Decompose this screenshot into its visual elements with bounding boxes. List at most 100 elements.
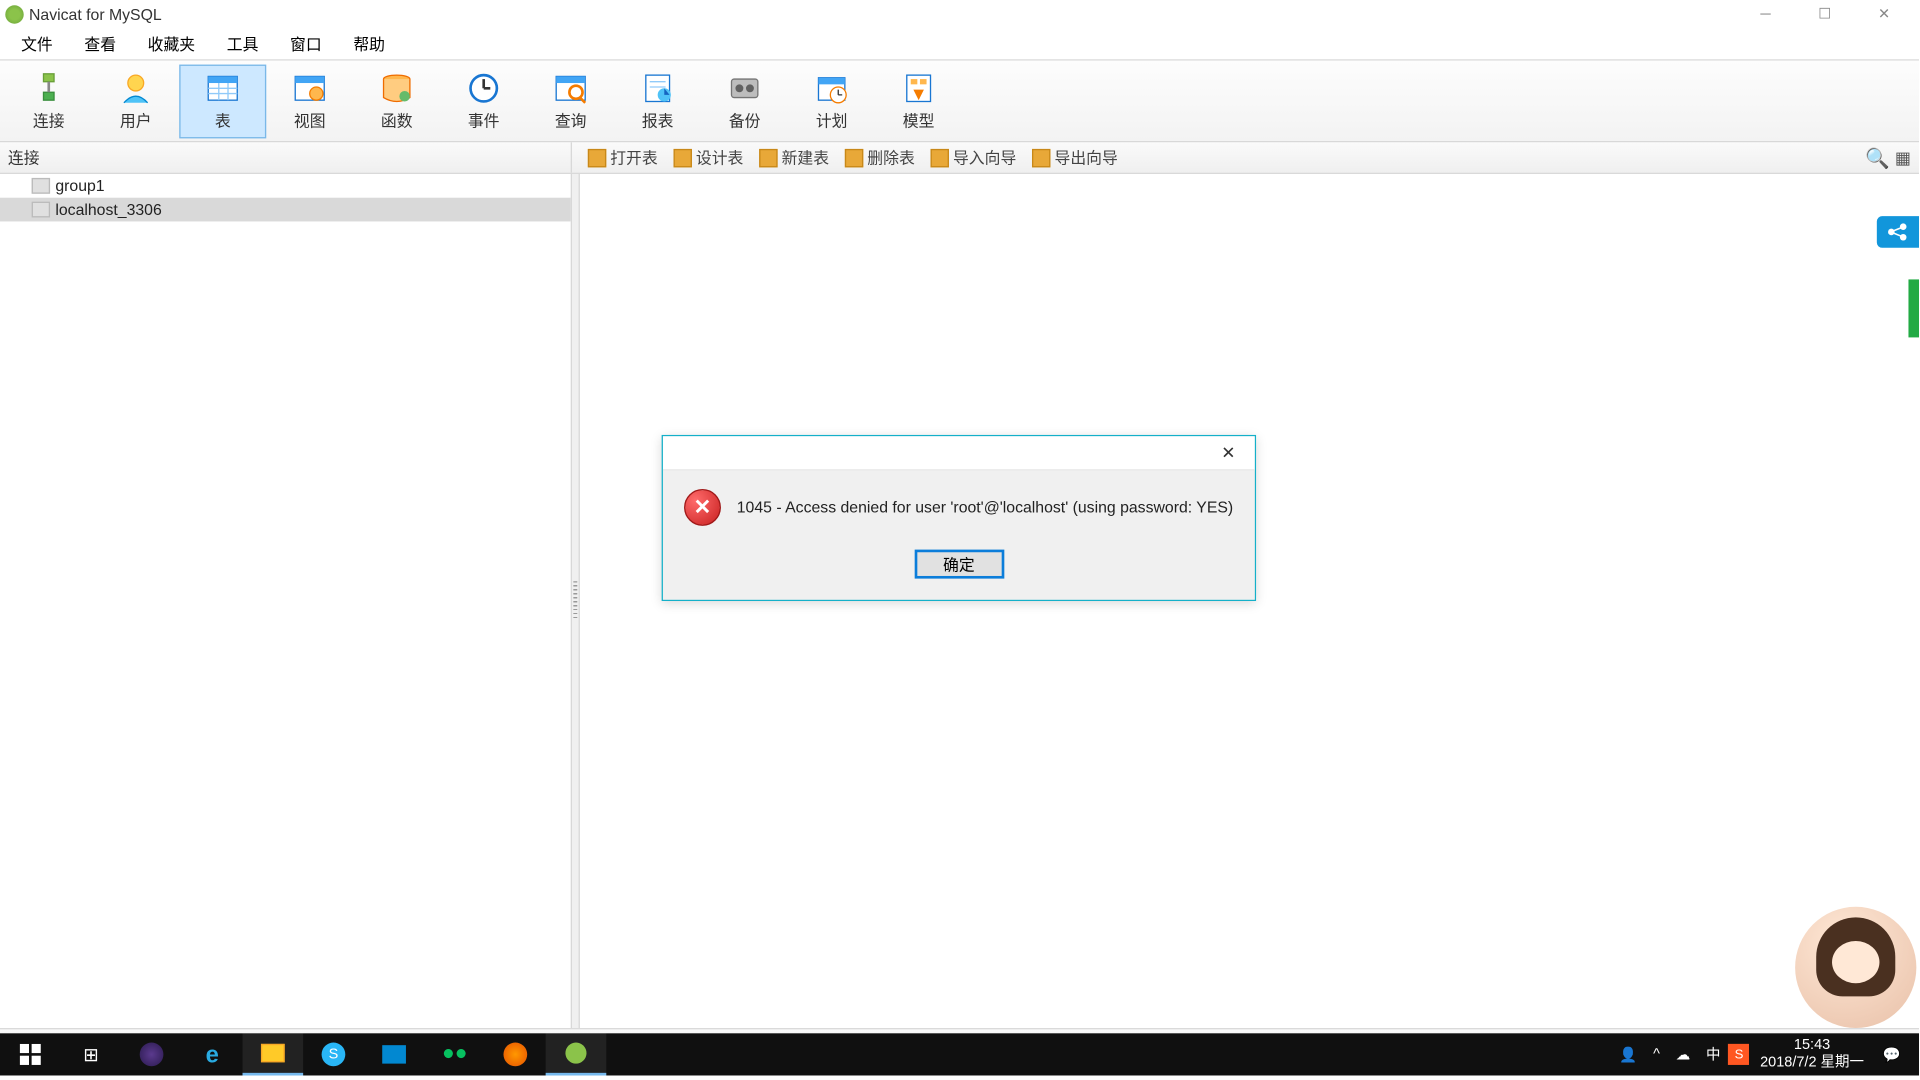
delete-table-icon bbox=[845, 148, 863, 166]
app-icon bbox=[5, 5, 23, 23]
report-icon bbox=[637, 70, 679, 107]
connections-label: 连接 bbox=[8, 146, 40, 168]
backup-icon bbox=[724, 70, 766, 107]
dialog-footer: 确定 bbox=[663, 536, 1255, 599]
toolbar-label: 函数 bbox=[381, 109, 413, 131]
design-table-icon bbox=[674, 148, 692, 166]
tray-clock[interactable]: 15:43 2018/7/2 星期一 bbox=[1750, 1038, 1875, 1071]
toolbar-label: 视图 bbox=[294, 109, 326, 131]
menu-favorites[interactable]: 收藏夹 bbox=[132, 29, 211, 59]
app-window: Navicat for MySQL ─ ☐ ✕ 文件 查看 收藏夹 工具 窗口 … bbox=[0, 0, 1919, 1075]
toolbar-query[interactable]: 查询 bbox=[527, 64, 614, 138]
toolbar-report[interactable]: 报表 bbox=[614, 64, 701, 138]
event-icon bbox=[463, 70, 505, 107]
menu-tools[interactable]: 工具 bbox=[211, 29, 274, 59]
taskbar-firefox[interactable] bbox=[485, 1033, 546, 1075]
menu-window[interactable]: 窗口 bbox=[274, 29, 337, 59]
user-icon bbox=[115, 70, 157, 107]
toolbar-user[interactable]: 用户 bbox=[92, 64, 179, 138]
dialog-close-button[interactable]: ✕ bbox=[1213, 441, 1245, 465]
subtool-new-table[interactable]: 新建表 bbox=[751, 142, 837, 172]
function-icon bbox=[376, 70, 418, 107]
subheader-left: 连接 bbox=[0, 142, 572, 172]
subtool-delete-table[interactable]: 删除表 bbox=[837, 142, 923, 172]
toolbar-function[interactable]: 函数 bbox=[353, 64, 440, 138]
subtool-design-table[interactable]: 设计表 bbox=[666, 142, 752, 172]
connection-tree: group1 localhost_3306 bbox=[0, 174, 572, 1028]
toolbar-backup[interactable]: 备份 bbox=[701, 64, 788, 138]
subtool-label: 删除表 bbox=[867, 146, 914, 168]
toolbar-view[interactable]: 视图 bbox=[266, 64, 353, 138]
toolbar-label: 报表 bbox=[642, 109, 674, 131]
taskbar-eclipse[interactable] bbox=[121, 1033, 182, 1075]
cloud-share-icon bbox=[1886, 223, 1910, 241]
toolbar-label: 表 bbox=[215, 109, 231, 131]
tree-item-group1[interactable]: group1 bbox=[0, 174, 571, 198]
subheader: 连接 打开表 设计表 新建表 删除表 导入向导 导出向导 🔍 ▦ bbox=[0, 142, 1919, 174]
dialog-body: ✕ 1045 - Access denied for user 'root'@'… bbox=[663, 471, 1255, 537]
new-table-icon bbox=[759, 148, 777, 166]
toolbar-schedule[interactable]: 计划 bbox=[788, 64, 875, 138]
table-icon bbox=[202, 70, 244, 107]
taskbar-app1[interactable] bbox=[364, 1033, 425, 1075]
tray-sogou-icon[interactable]: S bbox=[1728, 1044, 1749, 1065]
menu-view[interactable]: 查看 bbox=[69, 29, 132, 59]
tray-notifications-icon[interactable]: 💬 bbox=[1875, 1046, 1909, 1063]
tray-onedrive-icon[interactable]: ☁ bbox=[1668, 1046, 1698, 1063]
toolbar-table[interactable]: 表 bbox=[179, 64, 266, 138]
tray-date: 2018/7/2 星期一 bbox=[1760, 1054, 1864, 1071]
right-strip[interactable] bbox=[1908, 279, 1919, 337]
search-icon[interactable]: 🔍 bbox=[1865, 146, 1890, 170]
subtool-label: 导出向导 bbox=[1055, 146, 1118, 168]
error-icon: ✕ bbox=[684, 489, 721, 526]
connection-icon bbox=[28, 70, 70, 107]
subtool-import-wizard[interactable]: 导入向导 bbox=[923, 142, 1025, 172]
schedule-icon bbox=[811, 70, 853, 107]
tray-ime[interactable]: 中 bbox=[1698, 1044, 1728, 1065]
toolbar-model[interactable]: 模型 bbox=[875, 64, 962, 138]
toolbar-label: 计划 bbox=[816, 109, 848, 131]
taskbar-wechat[interactable]: ●● bbox=[424, 1033, 485, 1075]
grid-view-icon[interactable]: ▦ bbox=[1895, 147, 1911, 168]
close-button[interactable]: ✕ bbox=[1854, 0, 1913, 28]
taskbar-navicat[interactable] bbox=[546, 1033, 607, 1075]
assistant-avatar[interactable] bbox=[1795, 907, 1916, 1028]
taskbar-explorer[interactable] bbox=[243, 1033, 304, 1075]
menu-file[interactable]: 文件 bbox=[5, 29, 68, 59]
subtool-export-wizard[interactable]: 导出向导 bbox=[1024, 142, 1126, 172]
menu-help[interactable]: 帮助 bbox=[338, 29, 401, 59]
subtool-label: 导入向导 bbox=[953, 146, 1016, 168]
toolbar-connection[interactable]: 连接 bbox=[5, 64, 92, 138]
toolbar-event[interactable]: 事件 bbox=[440, 64, 527, 138]
folder-icon bbox=[32, 178, 50, 194]
main-toolbar: 连接 用户 表 视图 函数 事件 查询 报表 bbox=[0, 61, 1919, 143]
model-icon bbox=[898, 70, 940, 107]
tray-chevron-up-icon[interactable]: ^ bbox=[1645, 1046, 1668, 1062]
query-icon bbox=[550, 70, 592, 107]
maximize-button[interactable]: ☐ bbox=[1795, 0, 1854, 28]
task-view-button[interactable]: ⊞ bbox=[61, 1033, 122, 1075]
system-tray: 👤 ^ ☁ 中 S 15:43 2018/7/2 星期一 💬 bbox=[1611, 1038, 1919, 1071]
taskbar-ie[interactable]: e bbox=[182, 1033, 243, 1075]
tray-people-icon[interactable]: 👤 bbox=[1611, 1046, 1645, 1063]
subtool-open-table[interactable]: 打开表 bbox=[580, 142, 666, 172]
minimize-button[interactable]: ─ bbox=[1736, 0, 1795, 28]
toolbar-label: 查询 bbox=[555, 109, 587, 131]
cloud-badge[interactable] bbox=[1877, 216, 1919, 248]
toolbar-label: 备份 bbox=[729, 109, 761, 131]
tree-item-localhost[interactable]: localhost_3306 bbox=[0, 198, 571, 222]
view-icon bbox=[289, 70, 331, 107]
subtool-label: 打开表 bbox=[610, 146, 657, 168]
toolbar-label: 模型 bbox=[903, 109, 935, 131]
titlebar: Navicat for MySQL ─ ☐ ✕ bbox=[0, 0, 1919, 29]
start-button[interactable] bbox=[0, 1033, 61, 1075]
window-controls: ─ ☐ ✕ bbox=[1736, 0, 1914, 28]
connection-item-icon bbox=[32, 202, 50, 218]
ok-button[interactable]: 确定 bbox=[914, 550, 1004, 579]
tray-time: 15:43 bbox=[1760, 1038, 1864, 1055]
taskbar-sogou[interactable]: S bbox=[303, 1033, 364, 1075]
splitter[interactable] bbox=[572, 174, 580, 1028]
toolbar-label: 事件 bbox=[468, 109, 500, 131]
tree-label: group1 bbox=[55, 177, 104, 195]
search-controls: 🔍 ▦ bbox=[1865, 146, 1919, 170]
